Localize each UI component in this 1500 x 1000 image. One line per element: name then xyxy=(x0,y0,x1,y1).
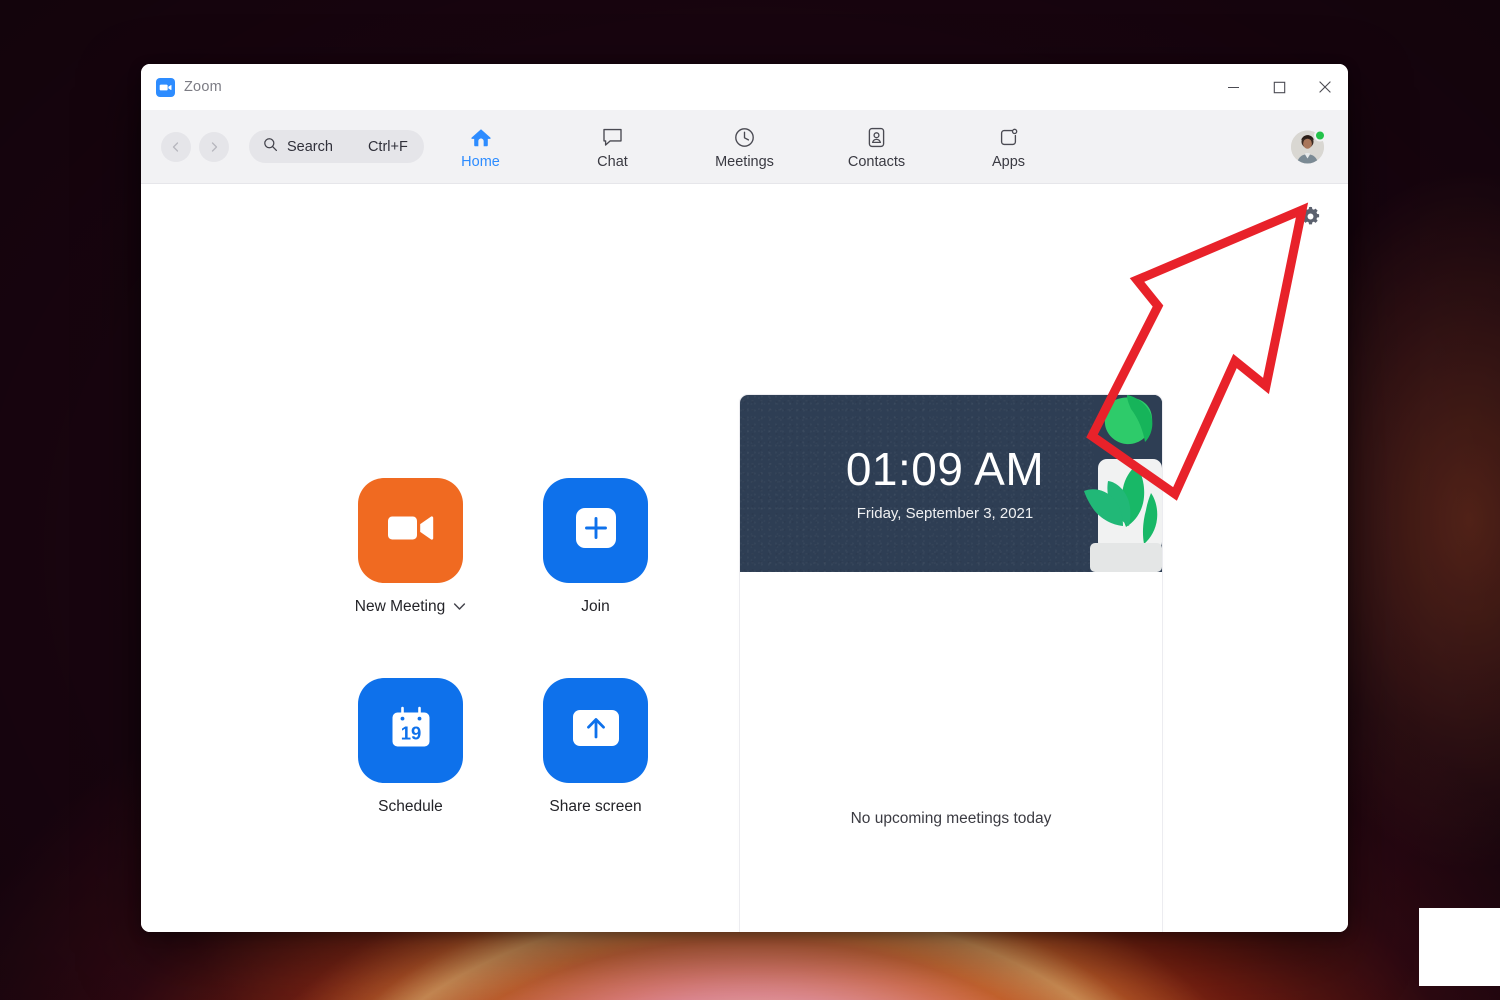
home-icon xyxy=(469,124,493,151)
schedule-label: Schedule xyxy=(378,798,443,815)
tab-contacts-label: Contacts xyxy=(847,153,906,170)
share-screen-tile xyxy=(543,678,648,783)
new-meeting-button[interactable]: New Meeting xyxy=(318,478,503,678)
video-camera-icon xyxy=(387,511,435,550)
maximize-button[interactable] xyxy=(1256,64,1302,110)
share-screen-label: Share screen xyxy=(549,798,642,815)
schedule-label-row: Schedule xyxy=(378,798,443,816)
avatar[interactable] xyxy=(1291,129,1326,163)
quick-actions-grid: New Meeting Join 19 Schedule Share scree… xyxy=(318,478,688,878)
window-title-bar: Zoom xyxy=(141,64,1348,110)
schedule-button[interactable]: 19 Schedule xyxy=(318,678,503,878)
plus-icon xyxy=(575,507,617,554)
calendar-19-icon: 19 xyxy=(388,705,434,756)
search-shortcut: Ctrl+F xyxy=(367,138,408,155)
forward-button[interactable] xyxy=(199,131,229,162)
search-icon xyxy=(263,137,278,157)
upcoming-meetings-panel: 01:09 AM Friday, September 3, 2021 No up… xyxy=(739,394,1163,932)
minimize-button[interactable] xyxy=(1210,64,1256,110)
search-input[interactable]: Search Ctrl+F xyxy=(249,130,424,163)
schedule-tile: 19 xyxy=(358,678,463,783)
settings-button[interactable] xyxy=(1298,204,1322,228)
share-screen-label-row: Share screen xyxy=(549,798,641,816)
tab-meetings-label: Meetings xyxy=(715,153,774,170)
desktop-background: Zoom Search Ctrl+F Home Chat Meetings Co… xyxy=(0,0,1500,1000)
back-button[interactable] xyxy=(161,131,191,162)
apps-grid-icon xyxy=(997,124,1020,151)
current-time: 01:09 AM xyxy=(845,442,1045,495)
share-screen-button[interactable]: Share screen xyxy=(503,678,688,878)
tab-contacts[interactable]: Contacts xyxy=(831,124,923,170)
join-label: Join xyxy=(581,598,610,615)
svg-text:19: 19 xyxy=(400,723,421,744)
main-toolbar: Search Ctrl+F Home Chat Meetings Contact… xyxy=(141,110,1348,184)
home-content: New Meeting Join 19 Schedule Share scree… xyxy=(141,184,1348,932)
zoom-application-window: Zoom Search Ctrl+F Home Chat Meetings Co… xyxy=(141,64,1348,932)
toolbar-left-group: Search Ctrl+F xyxy=(141,130,424,163)
tab-chat-label: Chat xyxy=(597,153,628,170)
search-placeholder: Search xyxy=(287,138,333,155)
window-title: Zoom xyxy=(184,79,222,95)
clock-icon xyxy=(733,124,756,151)
status-badge xyxy=(1314,129,1326,141)
title-bar-left: Zoom xyxy=(141,77,222,97)
window-controls xyxy=(1210,64,1348,110)
join-label-row: Join xyxy=(581,598,609,616)
tab-home[interactable]: Home xyxy=(435,124,527,170)
clock-card: 01:09 AM Friday, September 3, 2021 xyxy=(740,395,1162,572)
join-button[interactable]: Join xyxy=(503,478,688,678)
join-tile xyxy=(543,478,648,583)
tab-chat[interactable]: Chat xyxy=(567,124,659,170)
tab-home-label: Home xyxy=(461,153,500,170)
close-button[interactable] xyxy=(1302,64,1348,110)
tab-apps[interactable]: Apps xyxy=(963,124,1055,170)
chevron-right-icon xyxy=(208,141,220,153)
chat-bubble-icon xyxy=(601,124,624,151)
new-meeting-label-row: New Meeting xyxy=(355,598,466,616)
arrow-up-screen-icon xyxy=(572,709,620,752)
zoom-camera-icon xyxy=(156,77,175,97)
white-patch-overlay xyxy=(1419,908,1500,986)
no-meetings-message: No upcoming meetings today xyxy=(850,810,1052,827)
tab-meetings[interactable]: Meetings xyxy=(699,124,791,170)
contact-card-icon xyxy=(866,124,887,151)
current-date: Friday, September 3, 2021 xyxy=(856,505,1034,523)
new-meeting-label: New Meeting xyxy=(354,598,446,615)
gear-icon xyxy=(1300,206,1321,227)
clock-text-group: 01:09 AM Friday, September 3, 2021 xyxy=(740,395,1162,572)
tab-apps-label: Apps xyxy=(991,153,1026,170)
chevron-down-icon[interactable] xyxy=(453,598,466,616)
new-meeting-tile xyxy=(358,478,463,583)
chevron-left-icon xyxy=(170,141,182,153)
navigation-tabs: Home Chat Meetings Contacts Apps xyxy=(435,124,1055,170)
